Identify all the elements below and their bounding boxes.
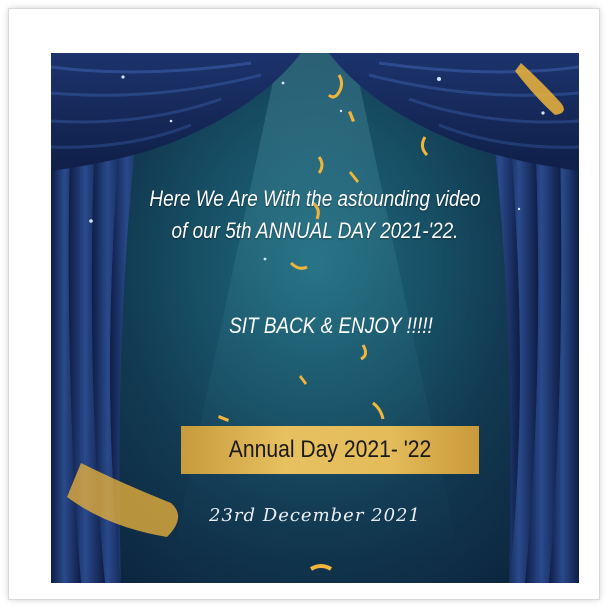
title-banner: Annual Day 2021- '22	[181, 426, 479, 474]
banner-title: Annual Day 2021- '22	[228, 436, 432, 463]
tagline: SIT BACK & ENJOY !!!!!	[229, 313, 433, 338]
event-date: 23rd December 2021	[209, 505, 421, 526]
image-card: Here We Are With the astounding video of…	[8, 8, 600, 600]
headline-line-1: Here We Are With the astounding video	[149, 186, 481, 211]
headline: Here We Are With the astounding video of…	[105, 183, 525, 247]
annual-day-poster: Here We Are With the astounding video of…	[51, 53, 579, 583]
headline-line-2: of our 5th ANNUAL DAY 2021-'22.	[171, 218, 459, 243]
poster-text: Here We Are With the astounding video of…	[51, 53, 579, 583]
